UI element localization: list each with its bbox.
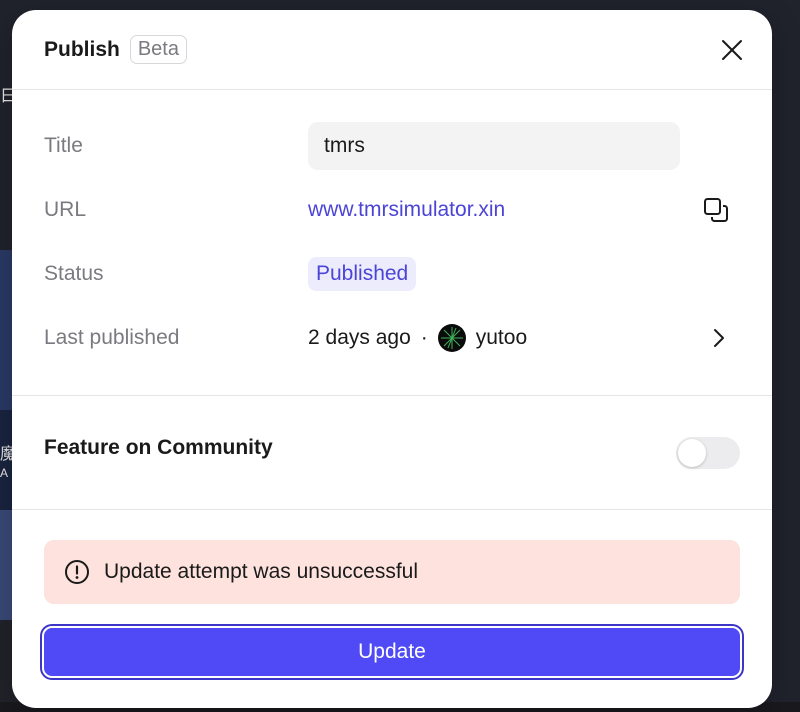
backdrop-glyph: A <box>0 466 9 480</box>
url-label: URL <box>44 198 87 221</box>
feature-on-community-toggle[interactable] <box>676 437 740 469</box>
error-alert: Update attempt was unsuccessful <box>44 540 740 604</box>
view-history-button[interactable] <box>706 326 730 350</box>
dialog-title: Publish <box>44 37 120 61</box>
url-link[interactable]: www.tmrsimulator.xin <box>308 198 505 222</box>
published-info: 2 days ago · yutoo <box>308 324 527 352</box>
title-row: Title <box>44 122 740 170</box>
title-input[interactable] <box>308 122 680 170</box>
dialog-header: Publish Beta <box>12 10 772 90</box>
close-icon <box>722 40 742 60</box>
avatar-image <box>440 327 463 349</box>
chevron-right-icon <box>714 329 724 347</box>
separator: · <box>420 326 428 349</box>
toggle-knob <box>678 439 706 467</box>
feature-section: Feature on Community <box>12 396 772 510</box>
status-row: Status Published <box>44 250 740 298</box>
status-label: Status <box>44 262 104 285</box>
title-label: Title <box>44 134 83 157</box>
url-row: URL www.tmrsimulator.xin <box>44 186 740 234</box>
published-time: 2 days ago <box>308 326 411 349</box>
publish-details: Title URL www.tmrsimulator.xin Status Pu… <box>12 90 772 396</box>
copy-icon <box>704 198 728 222</box>
error-message: Update attempt was unsuccessful <box>104 560 418 583</box>
copy-url-button[interactable] <box>702 196 730 224</box>
last-published-label: Last published <box>44 326 180 349</box>
last-published-row[interactable]: Last published 2 days ago · yutoo <box>44 314 740 362</box>
alert-circle-icon <box>65 560 89 584</box>
close-button[interactable] <box>716 34 748 66</box>
status-badge: Published <box>308 257 417 291</box>
avatar <box>437 324 466 352</box>
beta-badge: Beta <box>129 35 187 64</box>
publish-dialog: Publish Beta Title URL www.tmrsimulator.… <box>12 10 772 708</box>
publisher-name: yutoo <box>475 326 528 349</box>
feature-on-community-label: Feature on Community <box>44 436 273 459</box>
update-button[interactable]: Update <box>42 626 742 678</box>
